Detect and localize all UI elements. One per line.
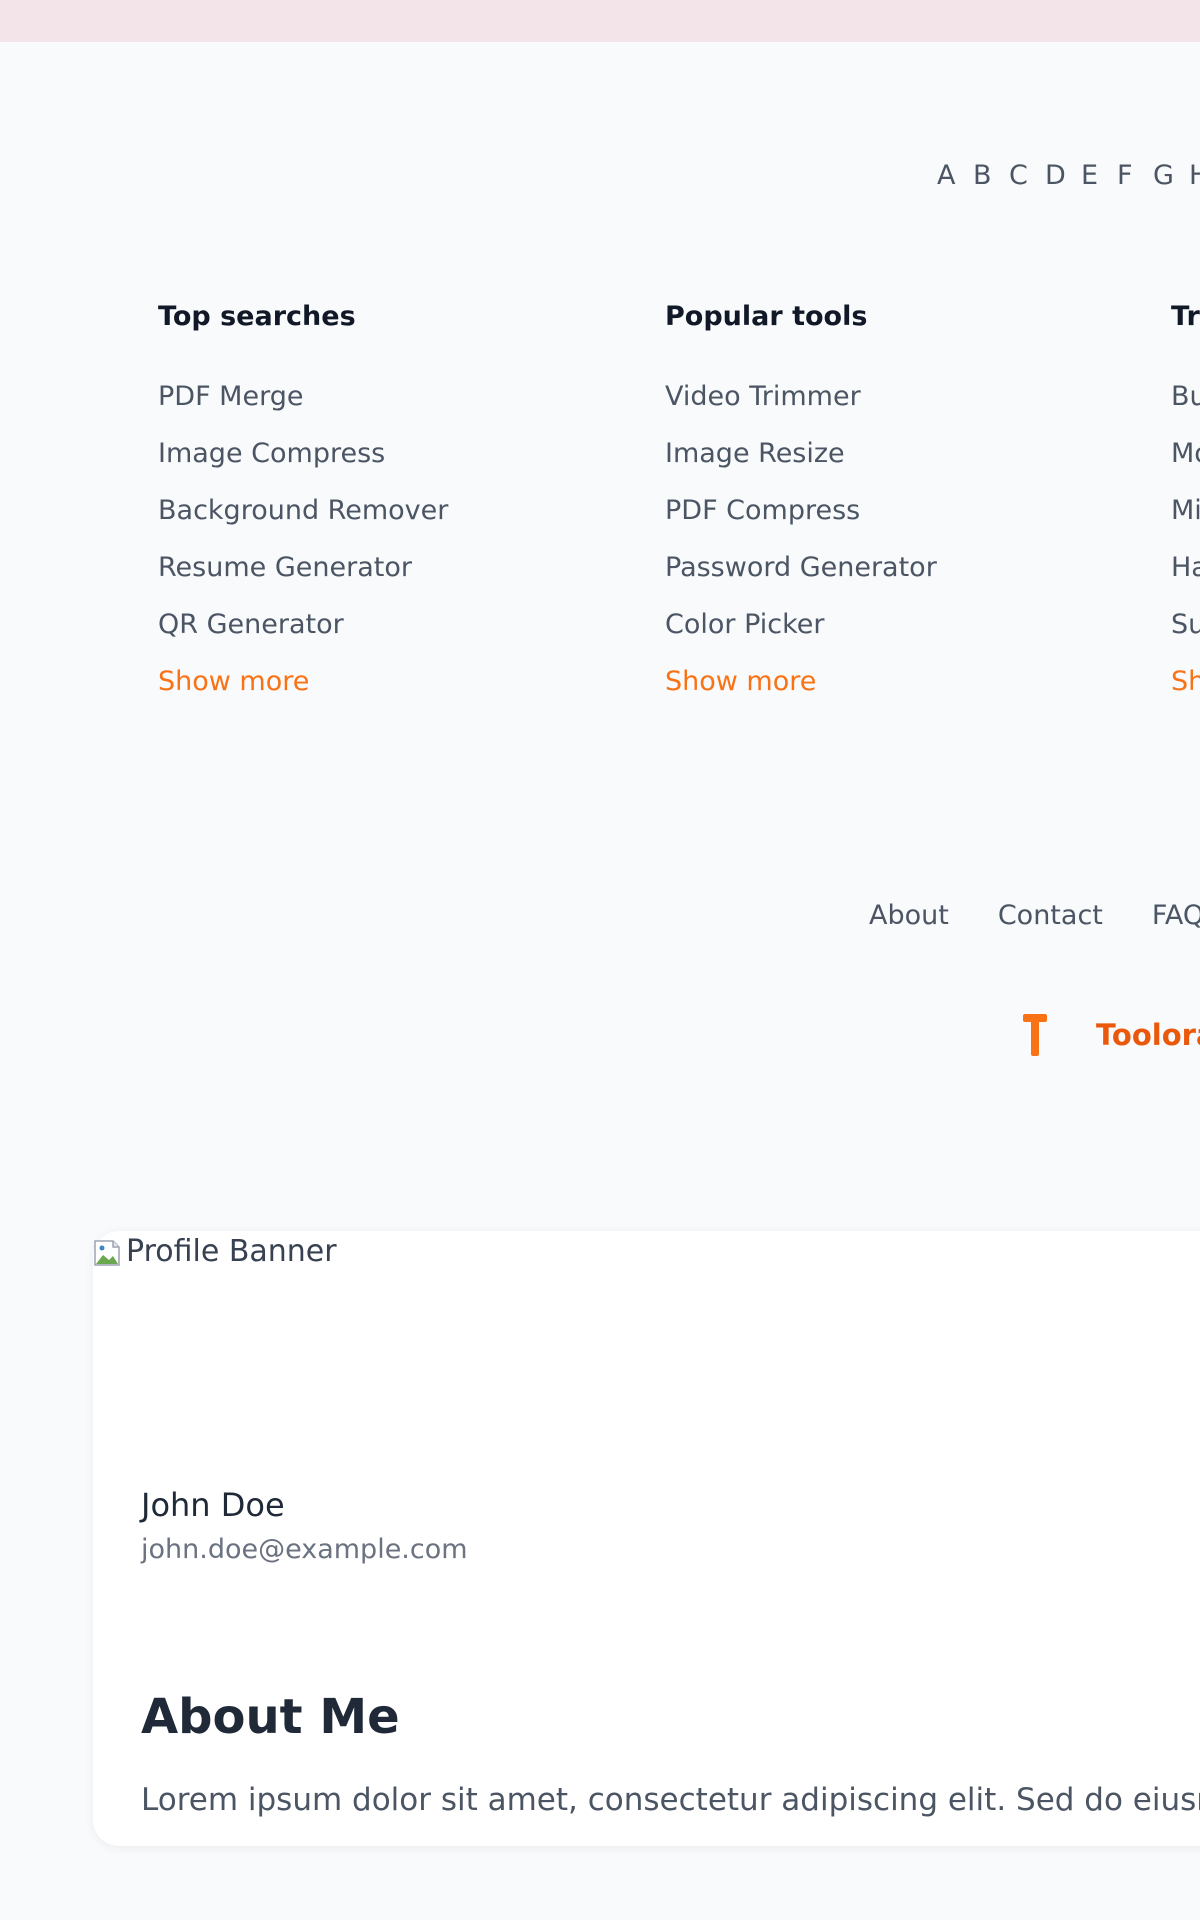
tool-link[interactable]: Ha (1171, 548, 1200, 605)
tool-link[interactable]: Video Trimmer (665, 377, 937, 434)
broken-image-icon (94, 1239, 120, 1266)
column-title: Top searches (158, 301, 356, 332)
tool-link[interactable]: Image Compress (158, 434, 448, 491)
brand[interactable]: Toolora (1020, 1012, 1200, 1058)
about-title: About Me (141, 1688, 400, 1745)
profile-email: john.doe@example.com (141, 1534, 468, 1565)
alphabet-letter-g[interactable]: G (1153, 160, 1189, 191)
tool-link[interactable]: Color Picker (665, 605, 937, 662)
tool-link[interactable]: Mi (1171, 491, 1200, 548)
tool-icon (1023, 1014, 1047, 1056)
show-more-link[interactable]: Show more (158, 662, 448, 719)
alphabet-letter-a[interactable]: A (937, 160, 973, 191)
alphabet-nav: A B C D E F G H (937, 160, 1200, 191)
profile-card: Profile Banner John Doe john.doe@example… (93, 1231, 1200, 1846)
footer-nav: About Contact FAQ (869, 900, 1200, 931)
about-text: Lorem ipsum dolor sit amet, consectetur … (141, 1782, 1200, 1818)
profile-name: John Doe (141, 1486, 285, 1524)
footer-link-faq[interactable]: FAQ (1152, 900, 1200, 931)
profile-banner: Profile Banner (93, 1231, 337, 1271)
tool-link[interactable]: Su (1171, 605, 1200, 662)
banner-alt-text: Profile Banner (126, 1233, 337, 1269)
alphabet-letter-c[interactable]: C (1009, 160, 1045, 191)
column-truncated: Tr Bu Mo Mi Ha Su Sh (1171, 297, 1200, 719)
column-list: Video Trimmer Image Resize PDF Compress … (665, 377, 937, 719)
column-title: Popular tools (665, 301, 868, 332)
tool-link[interactable]: Image Resize (665, 434, 937, 491)
tool-link[interactable]: Mo (1171, 434, 1200, 491)
show-more-link[interactable]: Sh (1171, 662, 1200, 719)
show-more-link[interactable]: Show more (665, 662, 937, 719)
tool-link[interactable]: PDF Merge (158, 377, 448, 434)
alphabet-letter-b[interactable]: B (973, 160, 1009, 191)
alphabet-letter-h[interactable]: H (1189, 160, 1200, 191)
column-list: PDF Merge Image Compress Background Remo… (158, 377, 448, 719)
footer-link-contact[interactable]: Contact (998, 900, 1103, 931)
tool-link[interactable]: QR Generator (158, 605, 448, 662)
tool-link[interactable]: Background Remover (158, 491, 448, 548)
alphabet-letter-e[interactable]: E (1081, 160, 1117, 191)
column-top-searches: Top searches PDF Merge Image Compress Ba… (158, 297, 448, 719)
top-strip (0, 0, 1200, 42)
page: A B C D E F G H Top searches PDF Merge I… (0, 0, 1200, 1920)
footer-link-about[interactable]: About (869, 900, 949, 931)
tool-link[interactable]: Resume Generator (158, 548, 448, 605)
column-title: Tr (1171, 301, 1200, 332)
alphabet-letter-d[interactable]: D (1045, 160, 1081, 191)
column-popular-tools: Popular tools Video Trimmer Image Resize… (665, 297, 937, 719)
brand-name: Toolora (1096, 1018, 1200, 1052)
column-list: Bu Mo Mi Ha Su Sh (1171, 377, 1200, 719)
tool-link[interactable]: PDF Compress (665, 491, 937, 548)
alphabet-letter-f[interactable]: F (1117, 160, 1153, 191)
tool-link[interactable]: Password Generator (665, 548, 937, 605)
tool-link[interactable]: Bu (1171, 377, 1200, 434)
